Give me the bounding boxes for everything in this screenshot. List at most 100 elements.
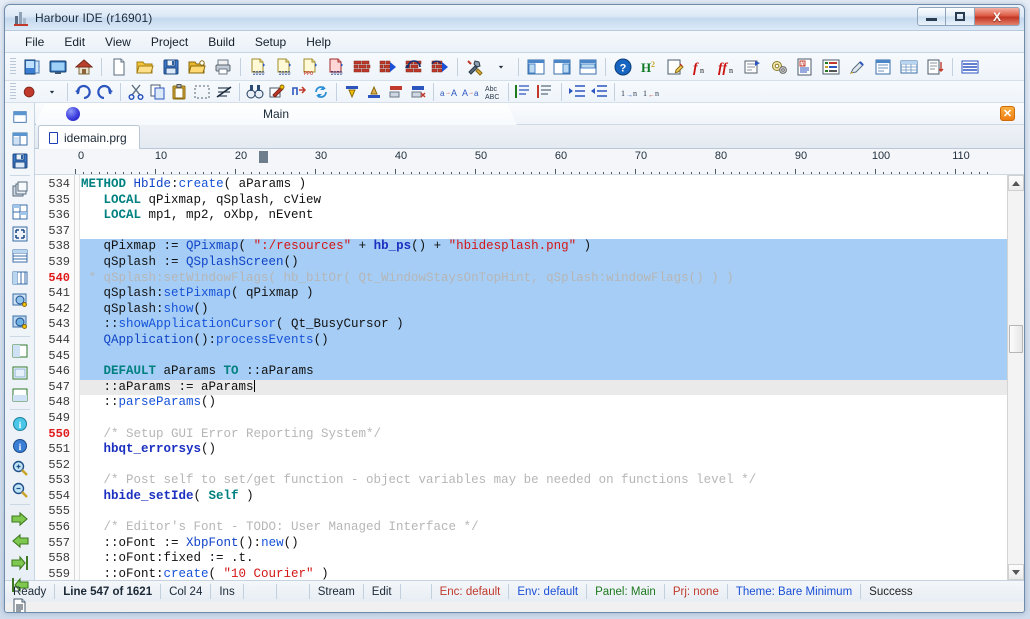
sidebar-panels-icon[interactable] bbox=[9, 128, 31, 149]
sidebar-forward-icon[interactable] bbox=[9, 508, 31, 529]
sidebar-columns-icon[interactable] bbox=[9, 267, 31, 288]
code-line[interactable] bbox=[75, 411, 1007, 427]
scroll-down-button[interactable] bbox=[1008, 564, 1024, 580]
sidebar-fit-icon[interactable] bbox=[9, 223, 31, 244]
uppercase-icon[interactable]: A→a bbox=[461, 82, 481, 101]
harbour-help-icon[interactable]: H2 bbox=[637, 55, 661, 79]
list-doc-icon[interactable] bbox=[819, 55, 843, 79]
save-file-icon[interactable] bbox=[159, 55, 183, 79]
code-line[interactable]: LOCAL mp1, mp2, oXbp, nEvent bbox=[75, 208, 1007, 224]
sidebar-zoom-out-icon[interactable] bbox=[9, 479, 31, 500]
code-line[interactable]: ::oFont := XbpFont():new() bbox=[75, 536, 1007, 552]
select-all-icon[interactable] bbox=[192, 82, 212, 101]
sidebar-zoom-win-icon[interactable] bbox=[9, 289, 31, 310]
rebuild-run-icon[interactable] bbox=[428, 55, 452, 79]
sidebar-info-blue-icon[interactable]: i bbox=[9, 413, 31, 434]
remove-number-icon[interactable]: 1←n bbox=[642, 82, 662, 101]
menu-project[interactable]: Project bbox=[141, 33, 198, 51]
bookmark-next-icon[interactable] bbox=[386, 82, 406, 101]
record-icon[interactable] bbox=[20, 82, 40, 101]
code-line[interactable] bbox=[75, 458, 1007, 474]
status-environment[interactable]: Env: default bbox=[509, 584, 586, 600]
sidebar-zoom-win2-icon[interactable] bbox=[9, 311, 31, 332]
copy-icon[interactable] bbox=[148, 82, 168, 101]
home-icon[interactable] bbox=[72, 55, 96, 79]
code-line[interactable]: qSplash:show() bbox=[75, 302, 1007, 318]
comment-block-icon[interactable] bbox=[514, 82, 534, 101]
text-doc-icon[interactable]: A bbox=[793, 55, 817, 79]
menu-setup[interactable]: Setup bbox=[245, 33, 296, 51]
menu-build[interactable]: Build bbox=[198, 33, 245, 51]
cut-icon[interactable] bbox=[126, 82, 146, 101]
sidebar-split-v-icon[interactable] bbox=[9, 340, 31, 361]
close-button[interactable]: X bbox=[975, 7, 1020, 26]
insert-number-icon[interactable]: 1→n bbox=[620, 82, 640, 101]
code-line[interactable] bbox=[75, 504, 1007, 520]
sidebar-last-icon[interactable] bbox=[9, 552, 31, 573]
form-icon[interactable] bbox=[871, 55, 895, 79]
refresh-icon[interactable] bbox=[311, 82, 331, 101]
properties-icon[interactable] bbox=[741, 55, 765, 79]
code-line[interactable]: qSplash := QSplashScreen() bbox=[75, 255, 1007, 271]
status-panel[interactable]: Panel: Main bbox=[587, 584, 664, 600]
paste-icon[interactable] bbox=[170, 82, 190, 101]
open-project-icon[interactable] bbox=[185, 55, 209, 79]
fullscreen-icon[interactable] bbox=[958, 55, 982, 79]
sidebar-back-icon[interactable] bbox=[9, 530, 31, 551]
sidebar-rows-icon[interactable] bbox=[9, 245, 31, 266]
replace-icon[interactable] bbox=[267, 82, 287, 101]
code-line[interactable]: /* Editor's Font - TODO: User Managed In… bbox=[75, 520, 1007, 536]
code-line[interactable] bbox=[75, 349, 1007, 365]
new-file-icon[interactable] bbox=[107, 55, 131, 79]
tools-dropdown-icon[interactable] bbox=[489, 55, 513, 79]
gears-icon[interactable] bbox=[767, 55, 791, 79]
sidebar-copy-layers-icon[interactable] bbox=[9, 179, 31, 200]
code-line[interactable]: hbqt_errorsys() bbox=[75, 442, 1007, 458]
code-line[interactable]: ::oFont:fixed := .t. bbox=[75, 551, 1007, 567]
code-text-area[interactable]: METHOD HbIde:create( aParams ) LOCAL qPi… bbox=[75, 175, 1007, 580]
sidebar-split-h-icon[interactable] bbox=[9, 384, 31, 405]
sidebar-project-tree-icon[interactable] bbox=[9, 106, 31, 127]
exit-icon[interactable] bbox=[20, 55, 44, 79]
redo-icon[interactable] bbox=[95, 82, 115, 101]
compile-ppo-icon[interactable]: IOIO bbox=[246, 55, 270, 79]
toolbar-grip[interactable] bbox=[10, 58, 16, 76]
bookmark-clear-icon[interactable] bbox=[408, 82, 428, 101]
toolbar-grip[interactable] bbox=[10, 83, 16, 101]
indent-icon[interactable] bbox=[567, 82, 587, 101]
menu-help[interactable]: Help bbox=[296, 33, 341, 51]
code-line[interactable]: ::oFont:create( "10 Courier" ) bbox=[75, 567, 1007, 580]
rebuild-icon[interactable] bbox=[402, 55, 426, 79]
scroll-up-button[interactable] bbox=[1008, 175, 1024, 191]
status-project[interactable]: Prj: none bbox=[665, 584, 727, 600]
menu-view[interactable]: View bbox=[95, 33, 141, 51]
delete-icon[interactable] bbox=[214, 82, 234, 101]
code-line[interactable]: hbide_setIde( Self ) bbox=[75, 489, 1007, 505]
code-line[interactable]: LOCAL qPixmap, qSplash, cView bbox=[75, 193, 1007, 209]
bookmark-toggle-icon[interactable] bbox=[342, 82, 362, 101]
code-line[interactable]: * qSplash:setWindowFlags( hb_bitOr( Qt_W… bbox=[75, 271, 1007, 287]
code-line[interactable]: DEFAULT aParams TO ::aParams bbox=[75, 364, 1007, 380]
sidebar-zoom-in-icon[interactable] bbox=[9, 457, 31, 478]
minimize-button[interactable] bbox=[917, 7, 946, 26]
record-dropdown-icon[interactable] bbox=[42, 82, 62, 101]
code-line[interactable]: /* Post self to set/get function - objec… bbox=[75, 473, 1007, 489]
find-icon[interactable] bbox=[245, 82, 265, 101]
lowercase-icon[interactable]: a→A bbox=[439, 82, 459, 101]
compile-obj-icon[interactable]: IOIO bbox=[272, 55, 296, 79]
function-bold-icon[interactable]: ffn bbox=[715, 55, 739, 79]
status-stream[interactable]: Stream bbox=[310, 584, 363, 600]
panel-left-icon[interactable] bbox=[524, 55, 548, 79]
code-line[interactable]: METHOD HbIde:create( aParams ) bbox=[75, 177, 1007, 193]
compile-ppo-red-icon[interactable]: PPO bbox=[298, 55, 322, 79]
uncomment-block-icon[interactable] bbox=[536, 82, 556, 101]
outdent-icon[interactable] bbox=[589, 82, 609, 101]
print-icon[interactable] bbox=[211, 55, 235, 79]
maximize-button[interactable] bbox=[946, 7, 975, 26]
invert-case-icon[interactable]: AbcABC bbox=[483, 82, 503, 101]
undo-icon[interactable] bbox=[73, 82, 93, 101]
function-icon[interactable]: fn bbox=[689, 55, 713, 79]
sidebar-info-icon[interactable]: i bbox=[9, 435, 31, 456]
code-line[interactable]: ::aParams := aParams bbox=[75, 380, 1007, 396]
status-edit[interactable]: Edit bbox=[364, 584, 400, 600]
